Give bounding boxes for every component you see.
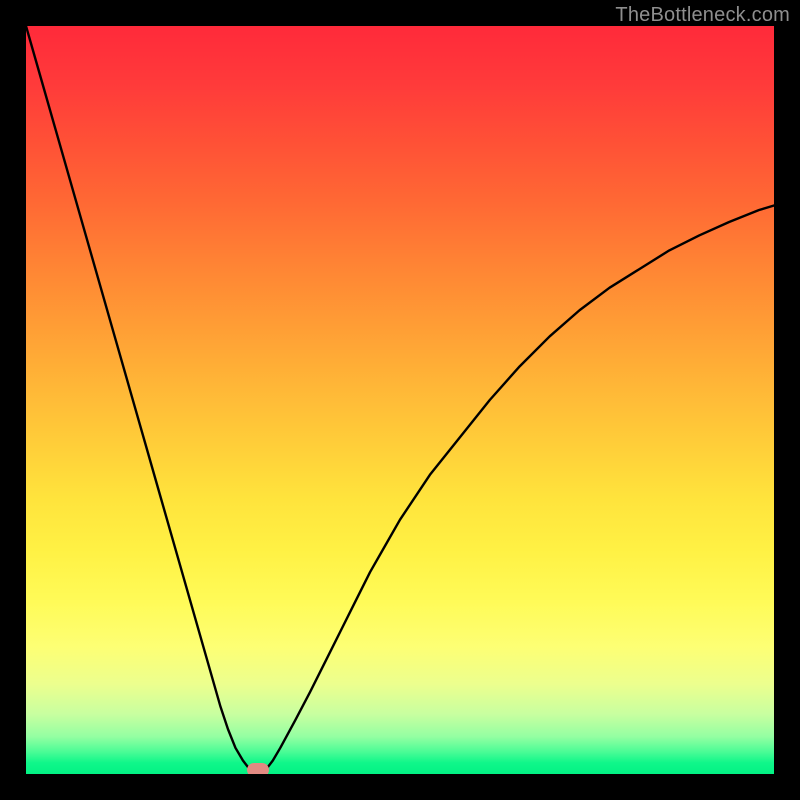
- bottleneck-curve: [26, 26, 774, 774]
- optimal-point-marker: [247, 763, 269, 774]
- curve-layer: [26, 26, 774, 774]
- plot-area: [26, 26, 774, 774]
- chart-frame: TheBottleneck.com: [0, 0, 800, 800]
- watermark-text: TheBottleneck.com: [615, 4, 790, 27]
